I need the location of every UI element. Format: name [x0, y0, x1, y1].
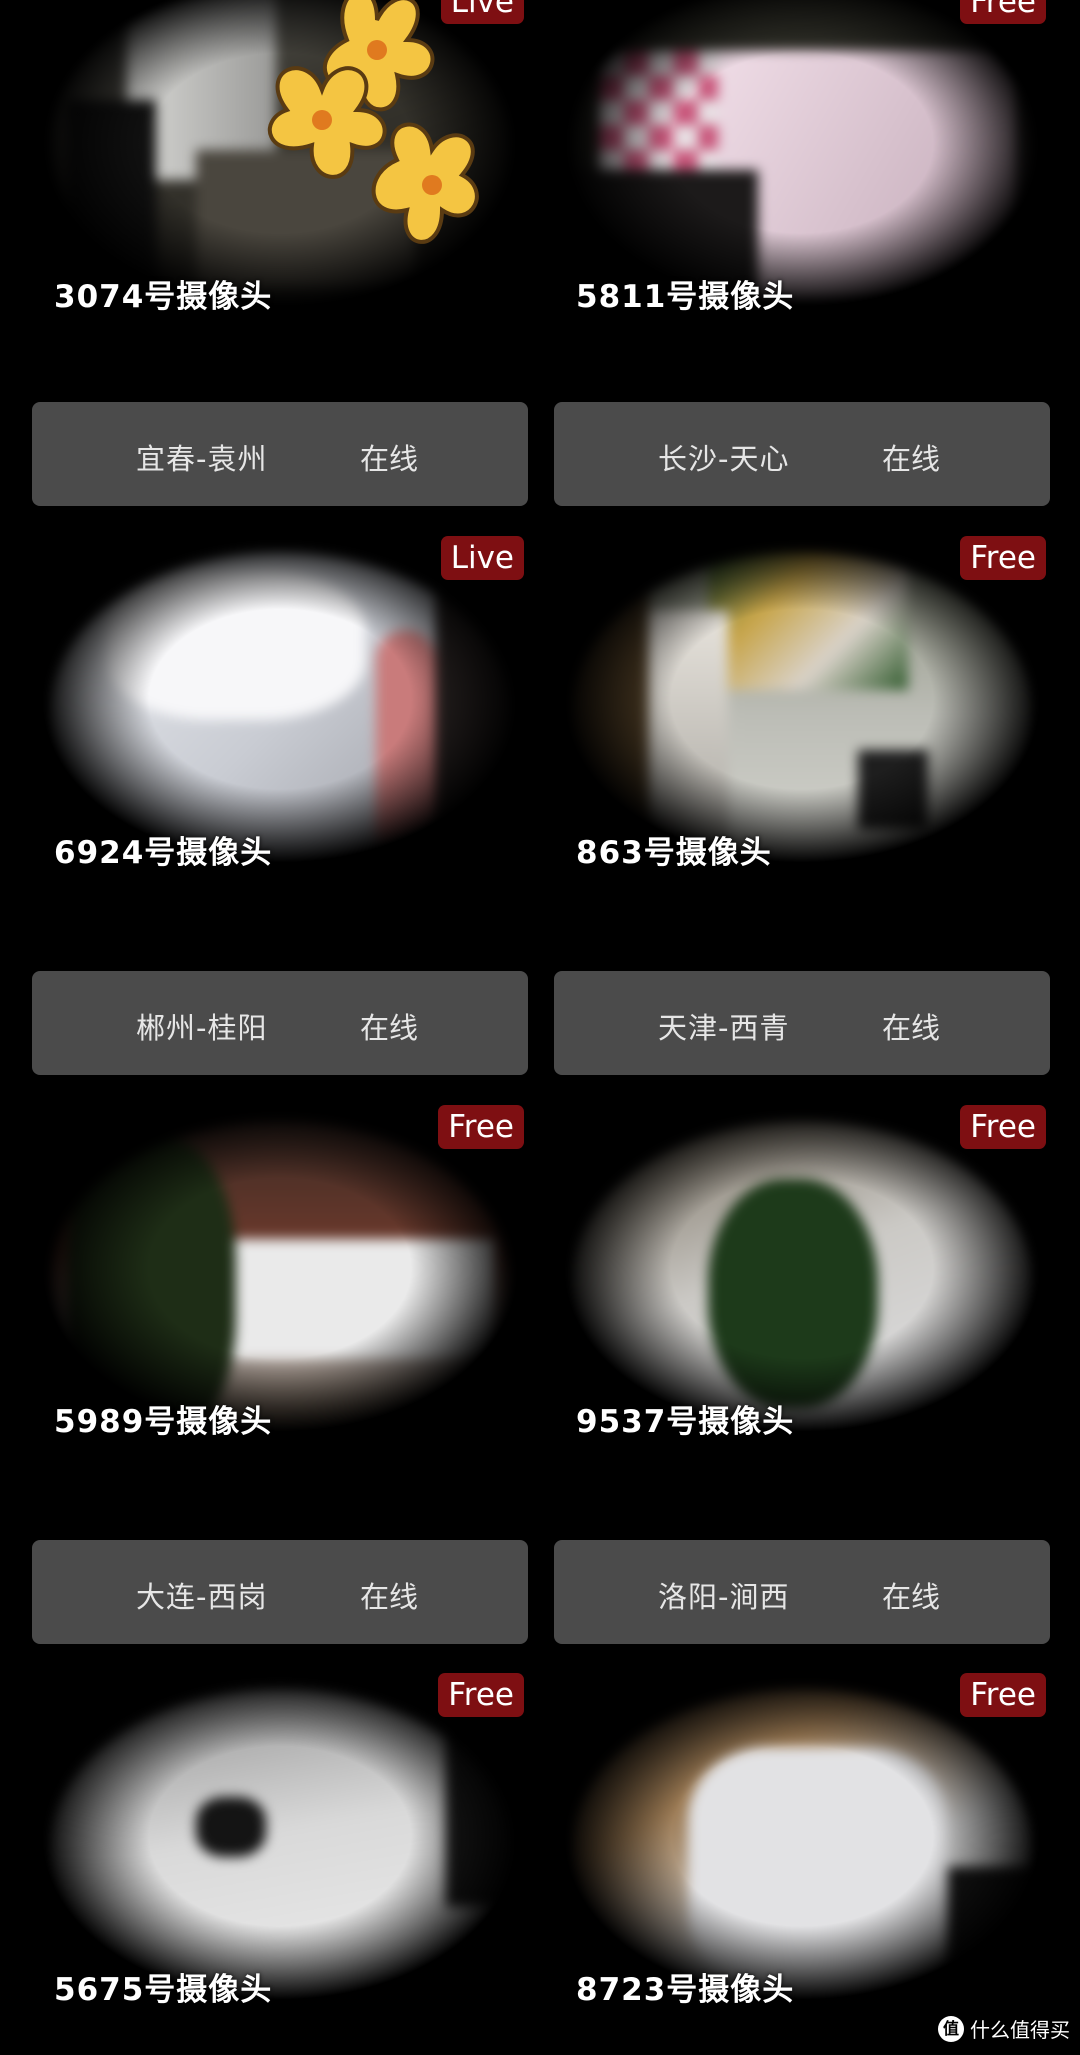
status-text: 在线 [360, 1011, 419, 1045]
location-bar[interactable]: 洛阳-涧西 在线 [554, 1540, 1050, 1644]
location-text: 天津-西青 [658, 1011, 790, 1045]
location-text: 长沙-天心 [658, 442, 790, 476]
camera-label: 6924号摄像头 [54, 835, 273, 871]
smzdm-logo-icon: 值 [938, 2015, 964, 2042]
camera-label: 3074号摄像头 [54, 279, 273, 315]
camera-tile[interactable]: Free 9537号摄像头 [554, 1105, 1050, 1445]
location-bar[interactable]: 长沙-天心 在线 [554, 402, 1050, 506]
camera-label: 863号摄像头 [576, 835, 772, 871]
free-badge: Free [438, 1105, 524, 1149]
camera-tile[interactable]: Free 5675号摄像头 [32, 1673, 528, 2013]
camera-tile[interactable]: Free 5989号摄像头 [32, 1105, 528, 1445]
live-badge: Live [440, 0, 524, 24]
free-badge: Free [960, 1673, 1046, 1717]
live-badge: Live [440, 536, 524, 580]
watermark: 值 什么值得买 [938, 2014, 1070, 2043]
status-text: 在线 [360, 442, 419, 476]
location-bar[interactable]: 天津-西青 在线 [554, 971, 1050, 1075]
location-text: 郴州-桂阳 [136, 1011, 268, 1045]
camera-label: 9537号摄像头 [576, 1404, 795, 1440]
free-badge: Free [960, 1105, 1046, 1149]
location-bar[interactable]: 郴州-桂阳 在线 [32, 971, 528, 1075]
flower-sticker-icon [267, 0, 479, 244]
camera-thumbnail [568, 0, 1036, 310]
location-text: 宜春-袁州 [136, 442, 268, 476]
watermark-text: 什么值得买 [970, 2018, 1070, 2042]
location-text: 洛阳-涧西 [658, 1580, 790, 1614]
status-text: 在线 [360, 1580, 419, 1614]
camera-tile[interactable]: Live 6924号摄像头 [32, 536, 528, 876]
location-bar[interactable]: 宜春-袁州 在线 [32, 402, 528, 506]
camera-label: 5675号摄像头 [54, 1972, 273, 2008]
free-badge: Free [960, 0, 1046, 24]
camera-label: 8723号摄像头 [576, 1972, 795, 2008]
camera-label: 5989号摄像头 [54, 1404, 273, 1440]
status-text: 在线 [882, 1011, 941, 1045]
location-text: 大连-西岗 [136, 1580, 268, 1614]
free-badge: Free [960, 536, 1046, 580]
location-bar[interactable]: 大连-西岗 在线 [32, 1540, 528, 1644]
status-text: 在线 [882, 442, 941, 476]
camera-tile[interactable]: Free 8723号摄像头 [554, 1673, 1050, 2013]
camera-label: 5811号摄像头 [576, 279, 795, 315]
camera-tile[interactable]: Live 3074号摄像头 [32, 0, 528, 320]
camera-tile[interactable]: Free 863号摄像头 [554, 536, 1050, 876]
camera-tile[interactable]: Free 5811号摄像头 [554, 0, 1050, 320]
status-text: 在线 [882, 1580, 941, 1614]
free-badge: Free [438, 1673, 524, 1717]
